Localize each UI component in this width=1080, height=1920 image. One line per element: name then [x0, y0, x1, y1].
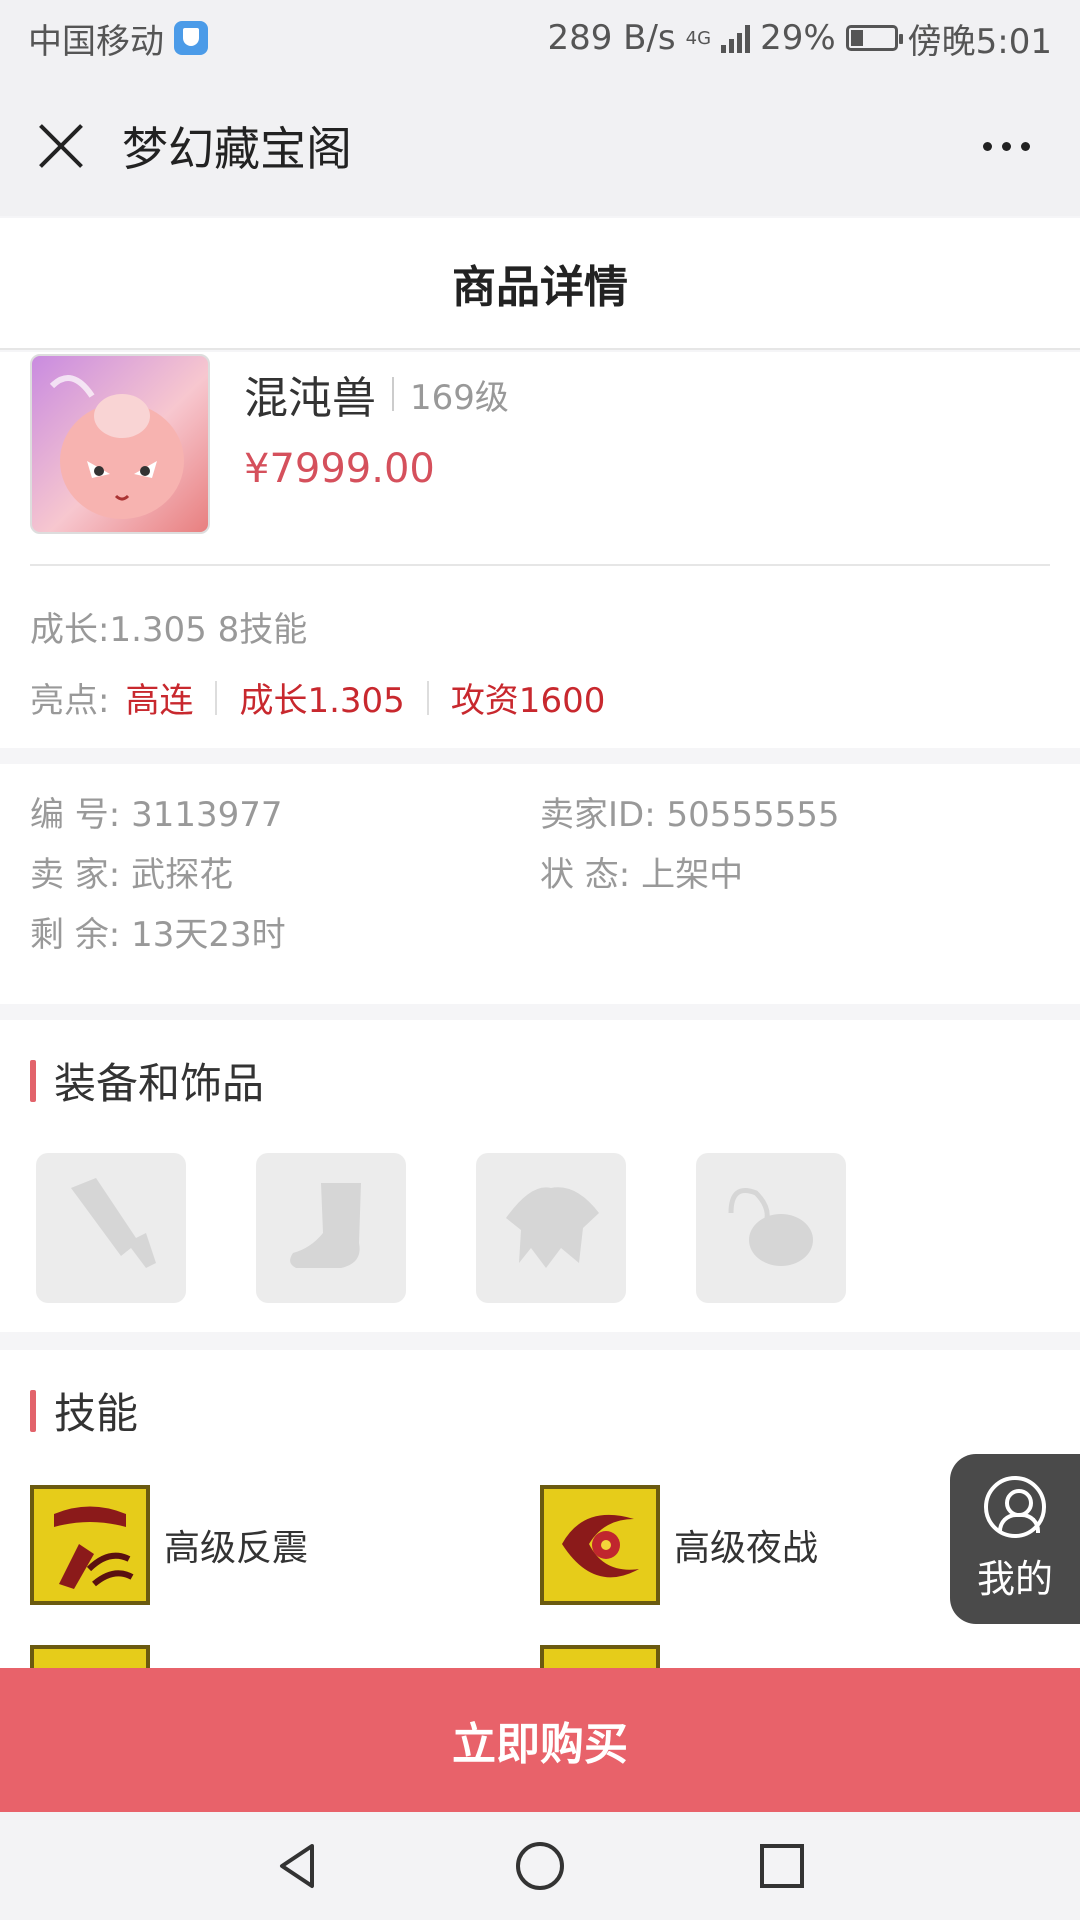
armor-icon — [506, 1187, 599, 1268]
highlights: 亮点: 高连 成长1.305 攻资1600 — [30, 673, 1050, 722]
product-card: 混沌兽 169级 ¥7999.00 成长:1.305 8技能 亮点: 高连 成长… — [0, 352, 1080, 748]
product-summary: 混沌兽 169级 ¥7999.00 — [30, 352, 1050, 534]
close-icon[interactable] — [36, 121, 86, 171]
skills-section: 技能 高级反震 高级夜战 — [0, 1350, 1080, 1765]
name-separator — [392, 377, 394, 411]
skill-night-battle-icon — [540, 1485, 660, 1605]
page-header: 商品详情 — [0, 218, 1080, 350]
my-account-button[interactable]: 我的 — [950, 1454, 1080, 1624]
sword-icon — [71, 1178, 156, 1268]
user-icon — [984, 1475, 1046, 1538]
battery-percent: 29% — [760, 18, 836, 58]
equipment-slot[interactable] — [36, 1153, 186, 1303]
pendant-icon — [728, 1188, 813, 1266]
growth-line: 成长:1.305 8技能 — [30, 610, 308, 650]
highlights-label: 亮点: — [30, 681, 110, 721]
time-remaining: 剩 余: 13天23时 — [30, 915, 286, 955]
clock: 傍晚5:01 — [907, 21, 1052, 62]
system-nav-bar — [0, 1812, 1080, 1920]
listing-status: 状 态: 上架中 — [540, 855, 744, 895]
home-icon[interactable] — [514, 1840, 566, 1892]
more-icon[interactable] — [969, 128, 1044, 165]
status-bar: 中国移动 289 B/s 4G 29% 傍晚5:01 — [0, 0, 1080, 76]
item-number: 编 号: 3113977 — [30, 795, 283, 835]
divider — [30, 564, 1050, 566]
name-line: 混沌兽 169级 — [244, 362, 509, 426]
equipment-slot[interactable] — [696, 1153, 846, 1303]
highlight-separator — [426, 680, 429, 715]
price: ¥7999.00 — [244, 446, 435, 492]
my-account-label: 我的 — [976, 1556, 1053, 1601]
network-speed: 289 B/s — [547, 18, 676, 58]
seller-name: 卖 家: 武探花 — [30, 855, 234, 895]
skills-title-text: 技能 — [54, 1389, 139, 1438]
equipment-slot[interactable] — [256, 1153, 406, 1303]
pet-name: 混沌兽 — [244, 373, 376, 424]
info-card: 编 号: 3113977 卖家ID: 50555555 卖 家: 武探花 状 态… — [0, 764, 1080, 1004]
skill-name: 高级夜战 — [674, 1528, 819, 1569]
section-bar — [30, 1059, 36, 1102]
status-right: 289 B/s 4G 29% 傍晚5:01 — [547, 14, 1052, 63]
pet-level: 169级 — [410, 377, 509, 418]
equipment-section: 装备和饰品 — [0, 1020, 1080, 1332]
page-title: 商品详情 — [452, 262, 628, 313]
recent-apps-icon[interactable] — [756, 1840, 808, 1892]
shield-icon — [174, 21, 208, 55]
buy-now-button[interactable]: 立即购买 — [0, 1668, 1080, 1812]
skill-name: 高级反震 — [164, 1528, 309, 1569]
buy-now-label: 立即购买 — [452, 1719, 628, 1770]
equipment-slot[interactable] — [476, 1153, 626, 1303]
equipment-title: 装备和饰品 — [30, 1050, 1050, 1111]
skills-title: 技能 — [30, 1380, 1050, 1441]
info-grid: 编 号: 3113977 卖家ID: 50555555 卖 家: 武探花 状 态… — [30, 794, 1050, 956]
equipment-title-text: 装备和饰品 — [54, 1059, 265, 1108]
pet-avatar[interactable] — [30, 354, 210, 534]
skill-item[interactable]: 高级反震 — [30, 1485, 540, 1605]
highlight-tag: 成长1.305 — [239, 681, 405, 721]
battery-icon — [845, 25, 903, 51]
highlight-tag: 攻资1600 — [450, 681, 606, 721]
signal-icon — [721, 23, 751, 53]
network-type: 4G — [685, 27, 712, 49]
highlight-tag: 高连 — [125, 681, 194, 721]
highlight-separator — [215, 680, 218, 715]
section-bar — [30, 1389, 36, 1432]
app-title: 梦幻藏宝阁 — [122, 122, 352, 176]
carrier-label: 中国移动 — [28, 21, 164, 62]
title-bar: 梦幻藏宝阁 — [0, 76, 1080, 216]
status-left: 中国移动 — [28, 14, 208, 63]
skill-counter-icon — [30, 1485, 150, 1605]
back-icon[interactable] — [272, 1840, 324, 1892]
product-info: 混沌兽 169级 ¥7999.00 — [244, 354, 509, 534]
equipment-slots — [30, 1153, 1050, 1303]
seller-id: 卖家ID: 50555555 — [540, 795, 840, 835]
boot-icon — [290, 1183, 361, 1268]
